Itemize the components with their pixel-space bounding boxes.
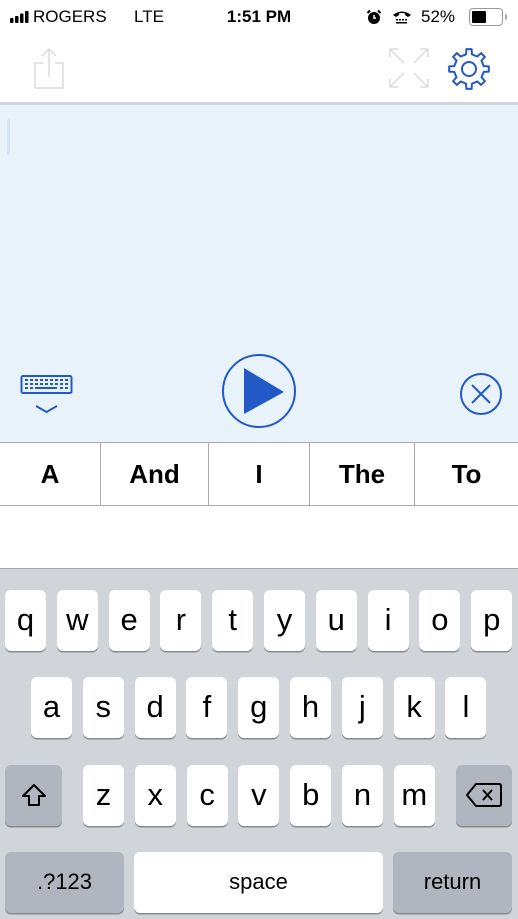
suggestion-item[interactable]: I (209, 443, 310, 505)
key-i[interactable]: i (367, 590, 409, 651)
key-k[interactable]: k (393, 677, 435, 738)
key-u[interactable]: u (315, 590, 357, 651)
clear-icon[interactable] (458, 371, 504, 417)
key-a[interactable]: a (31, 677, 72, 738)
key-o[interactable]: o (419, 590, 461, 651)
delete-icon (466, 782, 502, 807)
tty-icon (393, 11, 411, 24)
suggestion-item[interactable]: A (0, 443, 101, 505)
key-x[interactable]: x (134, 765, 176, 826)
battery-icon (469, 8, 503, 26)
key-t[interactable]: t (212, 590, 254, 651)
key-n[interactable]: n (342, 765, 383, 826)
key-j[interactable]: j (341, 677, 383, 738)
gear-icon[interactable] (444, 46, 494, 92)
key-b[interactable]: b (290, 765, 332, 826)
alarm-icon (366, 9, 382, 24)
shift-icon (21, 783, 46, 806)
key-w[interactable]: w (56, 590, 98, 651)
key-v[interactable]: v (238, 765, 280, 826)
keyboard: .?123 space return qwertyuiop asdfghjkl zx… (0, 568, 518, 919)
key-s[interactable]: s (82, 677, 124, 738)
keyboard-hide-icon[interactable] (18, 371, 76, 417)
key-h[interactable]: h (290, 677, 331, 738)
return-key[interactable]: return (393, 852, 512, 913)
key-z[interactable]: z (83, 765, 124, 826)
battery-level (472, 11, 487, 23)
status-bar: ROGERS LTE 1:51 PM 52% (0, 0, 518, 36)
suggestion-item[interactable]: To (415, 443, 518, 505)
key-d[interactable]: d (134, 677, 176, 738)
blank-area (0, 506, 518, 568)
key-p[interactable]: p (471, 590, 513, 651)
key-e[interactable]: e (108, 590, 150, 651)
word-suggestions: A And I The To (0, 442, 518, 506)
key-q[interactable]: q (5, 590, 46, 651)
suggestion-item[interactable]: And (101, 443, 209, 505)
space-key[interactable]: space (134, 852, 383, 913)
key-r[interactable]: r (160, 590, 202, 651)
text-editor[interactable] (0, 102, 518, 442)
key-f[interactable]: f (186, 677, 228, 738)
toolbar (0, 36, 518, 102)
numbers-key[interactable]: .?123 (5, 852, 124, 913)
delete-key[interactable] (456, 765, 512, 826)
key-y[interactable]: y (264, 590, 305, 651)
key-g[interactable]: g (238, 677, 280, 738)
key-m[interactable]: m (393, 765, 435, 826)
play-icon[interactable] (220, 352, 298, 430)
text-cursor (7, 119, 10, 155)
shift-key[interactable] (5, 765, 62, 826)
suggestion-item[interactable]: The (310, 443, 415, 505)
share-icon[interactable] (28, 46, 70, 90)
expand-icon[interactable] (386, 46, 432, 90)
battery-percent: 52% (421, 7, 456, 26)
key-l[interactable]: l (445, 677, 487, 738)
key-c[interactable]: c (186, 765, 228, 826)
